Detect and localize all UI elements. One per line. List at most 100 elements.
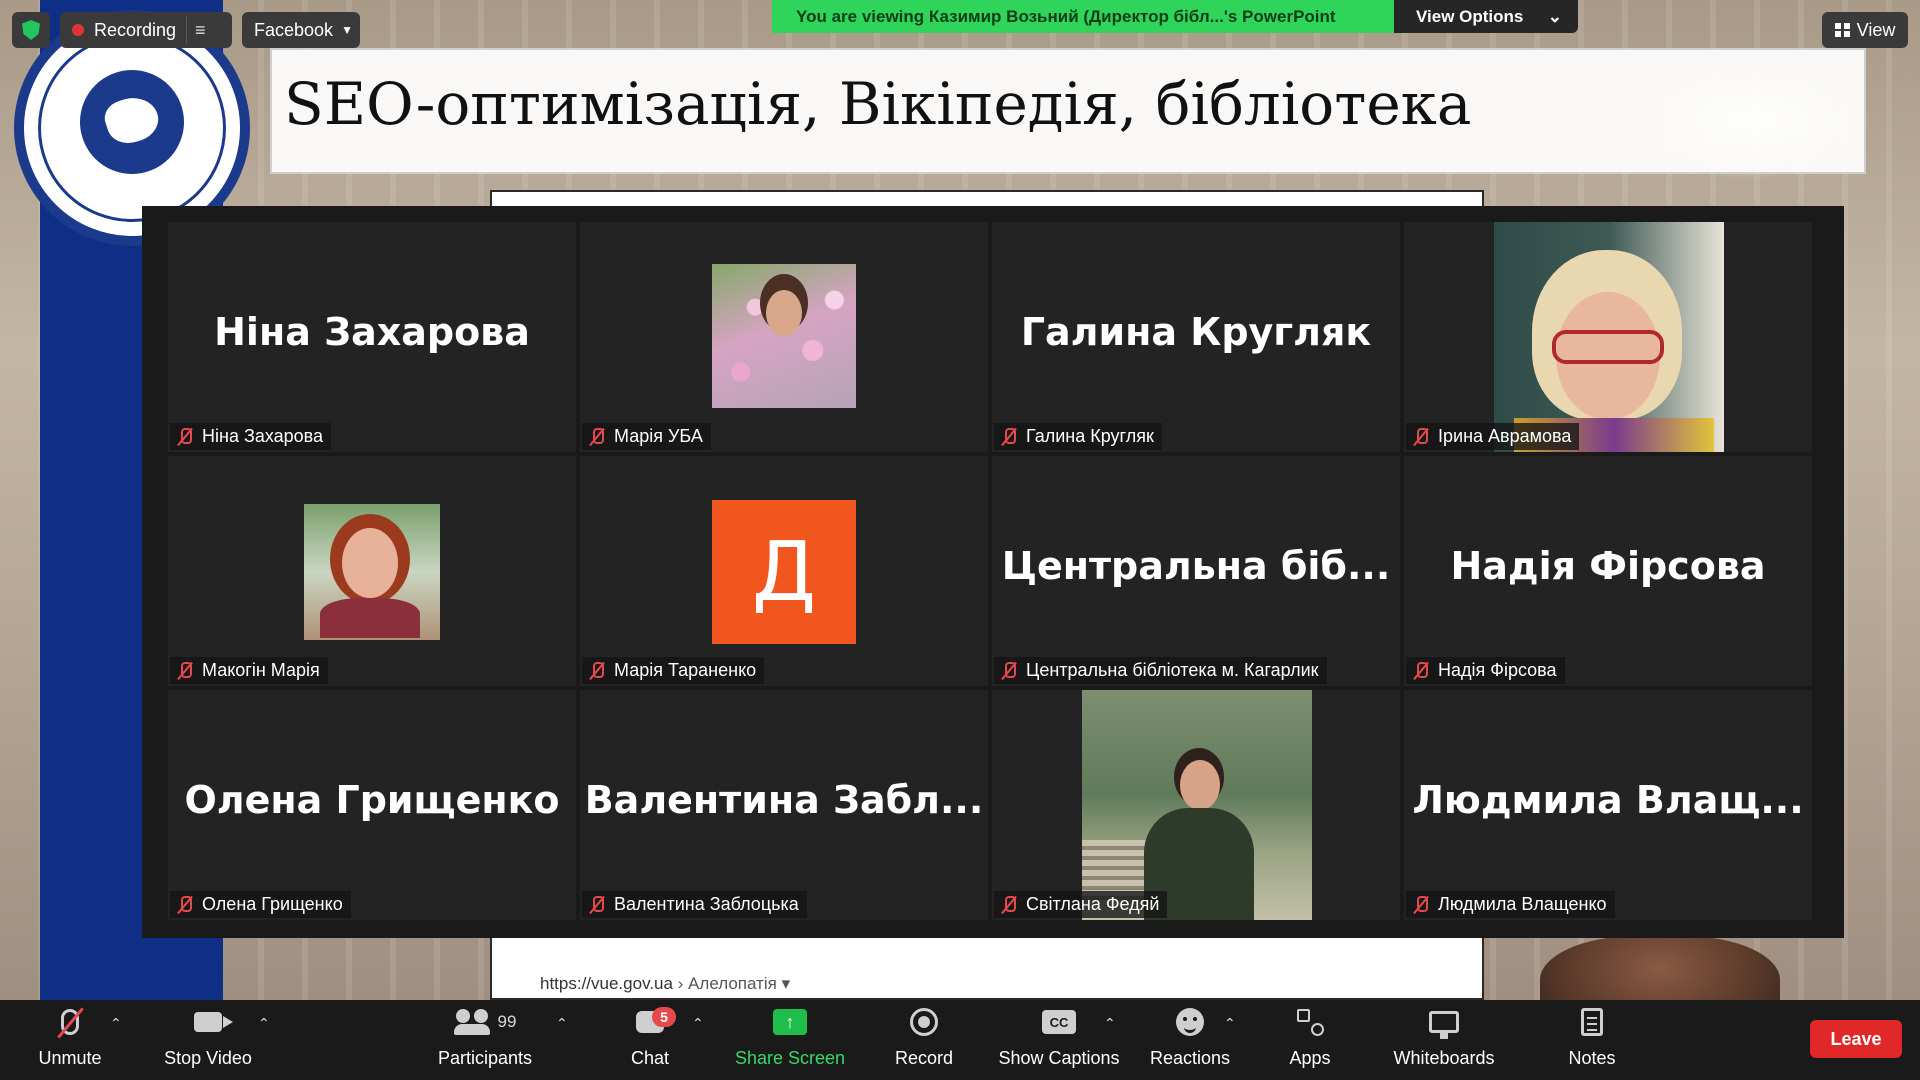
slide-title: SEO-оптимізація, Вікіпедія, бібліотека — [284, 70, 1472, 138]
participant-name-label: Олена Грищенко — [170, 891, 351, 918]
participant-tile[interactable]: Ніна Захарова Ніна Захарова — [168, 222, 576, 452]
logo-emblem — [80, 70, 184, 174]
participant-tile[interactable]: Олена Грищенко Олена Грищенко — [168, 690, 576, 920]
participant-video — [1494, 222, 1724, 452]
whiteboards-button[interactable]: Whiteboards — [1384, 1000, 1504, 1080]
microphone-muted-icon — [61, 1009, 79, 1035]
unmute-button[interactable]: Unmute — [30, 1000, 110, 1080]
participant-display-name: Галина Кругляк — [1020, 310, 1372, 354]
participant-tile[interactable]: Надія Фірсова Надія Фірсова — [1404, 456, 1812, 686]
smiley-icon — [1176, 1008, 1204, 1036]
participant-name-label: Марія Тараненко — [582, 657, 765, 684]
participant-video — [1082, 690, 1312, 920]
recording-indicator[interactable]: Recording ≡ — [60, 12, 232, 48]
notes-icon — [1581, 1008, 1603, 1036]
recording-label: Recording — [94, 19, 177, 40]
mic-muted-icon — [176, 661, 194, 681]
apps-label: Apps — [1289, 1048, 1331, 1068]
chevron-down-icon: ▾ — [781, 974, 791, 993]
view-layout-button[interactable]: View — [1822, 12, 1908, 48]
security-shield-button[interactable] — [12, 12, 50, 48]
stream-target-label: Facebook — [254, 19, 334, 40]
participant-tile[interactable]: Світлана Федяй — [992, 690, 1400, 920]
participant-name-label: Центральна бібліотека м. Кагарлик — [994, 657, 1327, 684]
mic-muted-icon — [1412, 661, 1430, 681]
mic-muted-icon — [176, 895, 194, 915]
participant-name-label: Галина Кругляк — [994, 423, 1162, 450]
whiteboard-icon — [1429, 1011, 1459, 1039]
participant-name-label: Макогін Марія — [170, 657, 328, 684]
participants-options-caret-icon[interactable]: ⌃ — [556, 1016, 568, 1032]
grid-icon — [1834, 23, 1850, 37]
recording-dot-icon — [72, 24, 84, 36]
captions-options-caret-icon[interactable]: ⌃ — [1104, 1016, 1116, 1032]
participant-tile[interactable]: Центральна біб... Центральна бібліотека … — [992, 456, 1400, 686]
participant-name-label: Ніна Захарова — [170, 423, 332, 450]
audio-options-caret-icon[interactable]: ⌃ — [110, 1016, 122, 1032]
mic-muted-icon — [1412, 427, 1430, 447]
chat-button[interactable]: 5 Chat — [610, 1000, 690, 1080]
participant-name-label: Світлана Федяй — [994, 891, 1168, 918]
apps-button[interactable]: Apps — [1270, 1000, 1350, 1080]
chat-label: Chat — [630, 1048, 670, 1068]
participant-tile[interactable]: Галина Кругляк Галина Кругляк — [992, 222, 1400, 452]
whiteboards-label: Whiteboards — [1393, 1048, 1495, 1068]
mic-muted-icon — [1000, 427, 1018, 447]
meeting-toolbar: Unmute ⌃ Stop Video ⌃ 99 Participants ⌃ … — [0, 1000, 1920, 1080]
caret-down-icon: ▼ — [341, 23, 353, 37]
stop-video-button[interactable]: Stop Video — [158, 1000, 258, 1080]
share-banner-message: You are viewing Казимир Возьний (Директо… — [772, 0, 1394, 33]
participant-name-label: Валентина Заблоцька — [582, 891, 807, 918]
participant-name-label: Ірина Аврамова — [1406, 423, 1580, 450]
participant-name-label: Марія УБА — [582, 423, 711, 450]
video-options-caret-icon[interactable]: ⌃ — [258, 1016, 270, 1032]
reactions-label: Reactions — [1149, 1048, 1231, 1068]
record-button[interactable]: Record — [884, 1000, 964, 1080]
participants-label: Participants — [437, 1048, 533, 1068]
view-options-button[interactable]: View Options ⌄ — [1394, 0, 1578, 33]
participant-tile[interactable]: Ірина Аврамова — [1404, 222, 1812, 452]
participants-button[interactable]: 99 Participants — [432, 1000, 538, 1080]
participant-tile[interactable]: Валентина Забл... Валентина Заблоцька — [580, 690, 988, 920]
live-stream-icon[interactable]: ≡ — [195, 20, 206, 41]
participant-display-name: Ніна Захарова — [214, 310, 530, 354]
mic-muted-icon — [588, 427, 606, 447]
slide-url-line: https://vue.gov.ua › Алелопатія ▾ — [540, 974, 790, 994]
reactions-options-caret-icon[interactable]: ⌃ — [1224, 1016, 1236, 1032]
closed-captions-icon: CC — [1042, 1010, 1076, 1034]
participant-tile[interactable]: Марія УБА — [580, 222, 988, 452]
notes-button[interactable]: Notes — [1552, 1000, 1632, 1080]
mic-muted-icon — [1000, 661, 1018, 681]
participant-name-label: Надія Фірсова — [1406, 657, 1565, 684]
share-screen-label: Share Screen — [734, 1048, 846, 1068]
mic-muted-icon — [588, 661, 606, 681]
reactions-button[interactable]: Reactions — [1140, 1000, 1240, 1080]
participant-photo — [304, 504, 440, 640]
live-stream-target-dropdown[interactable]: Facebook ▼ — [242, 12, 360, 48]
apps-icon — [1297, 1009, 1324, 1036]
participant-name-label: Людмила Влащенко — [1406, 891, 1615, 918]
participant-photo — [712, 264, 856, 408]
chat-unread-badge: 5 — [652, 1007, 676, 1027]
chat-options-caret-icon[interactable]: ⌃ — [692, 1016, 704, 1032]
show-captions-label: Show Captions — [998, 1048, 1120, 1068]
presenter-video-fragment — [1500, 936, 1820, 1000]
participant-display-name: Валентина Забл... — [584, 778, 984, 822]
share-screen-button[interactable]: ↑ Share Screen — [730, 1000, 850, 1080]
leave-meeting-button[interactable]: Leave — [1810, 1020, 1902, 1058]
participant-display-name: Людмила Влащ... — [1412, 778, 1804, 822]
mic-muted-icon — [1412, 895, 1430, 915]
participant-display-name: Надія Фірсова — [1450, 544, 1766, 588]
participant-display-name: Центральна біб... — [1001, 544, 1391, 588]
mic-muted-icon — [176, 427, 194, 447]
slide-url: https://vue.gov.ua — [540, 974, 673, 993]
participants-icon — [453, 1009, 490, 1035]
mic-muted-icon — [588, 895, 606, 915]
show-captions-button[interactable]: CC Show Captions — [994, 1000, 1124, 1080]
record-icon — [910, 1008, 938, 1036]
share-screen-icon: ↑ — [773, 1009, 807, 1035]
view-label: View — [1856, 19, 1896, 40]
participant-tile[interactable]: Д Марія Тараненко — [580, 456, 988, 686]
participant-tile[interactable]: Макогін Марія — [168, 456, 576, 686]
participant-tile[interactable]: Людмила Влащ... Людмила Влащенко — [1404, 690, 1812, 920]
